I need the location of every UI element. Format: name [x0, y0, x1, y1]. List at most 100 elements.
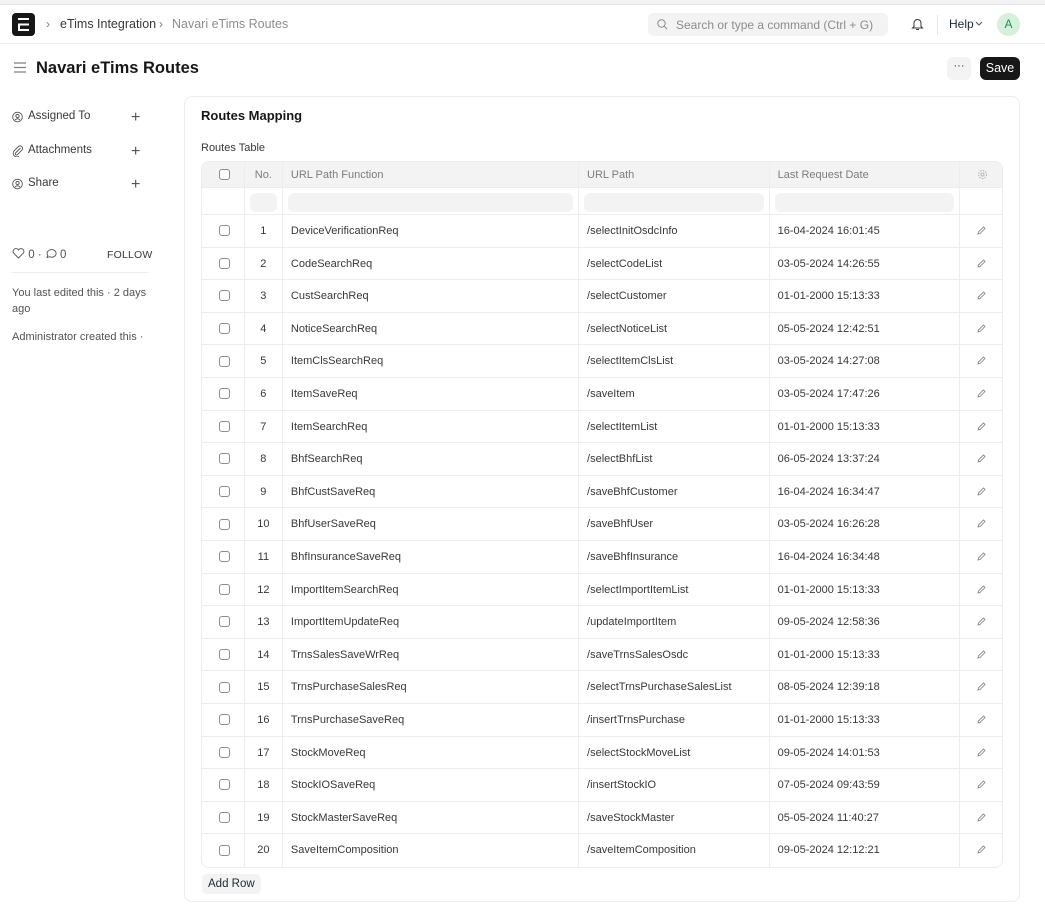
last-request-date-cell[interactable]: 05-05-2024 11:40:27 [770, 801, 961, 834]
table-row[interactable]: 20 SaveItemComposition /saveItemComposit… [202, 834, 1002, 867]
row-checkbox[interactable] [219, 779, 230, 791]
table-row[interactable]: 14 TrnsSalesSaveWrReq /saveTrnsSalesOsdc… [202, 638, 1002, 672]
last-request-date-cell[interactable]: 09-05-2024 12:58:36 [770, 606, 961, 638]
last-request-date-cell[interactable]: 01-01-2000 15:13:33 [770, 638, 961, 671]
row-checkbox[interactable] [219, 388, 230, 400]
follow-button[interactable]: FOLLOW [107, 249, 153, 261]
gear-icon[interactable] [977, 169, 988, 180]
table-row[interactable]: 1 DeviceVerificationReq /selectInitOsdcI… [202, 215, 1002, 248]
edit-pencil-icon[interactable] [977, 682, 986, 691]
table-row[interactable]: 2 CodeSearchReq /selectCodeList 03-05-20… [202, 247, 1002, 281]
breadcrumb-current-page[interactable]: Navari eTims Routes [172, 17, 288, 31]
edit-pencil-icon[interactable] [977, 584, 986, 594]
url-path-cell[interactable]: /updateImportItem [579, 606, 770, 638]
row-checkbox[interactable] [219, 714, 230, 726]
filter-input-no[interactable] [249, 193, 278, 212]
url-path-function-cell[interactable]: ItemClsSearchReq [283, 345, 580, 377]
last-request-date-cell[interactable]: 09-05-2024 14:01:53 [770, 736, 961, 769]
url-path-function-cell[interactable]: TrnsPurchaseSalesReq [283, 671, 580, 703]
row-checkbox[interactable] [219, 257, 230, 269]
last-request-date-cell[interactable]: 09-05-2024 12:12:21 [770, 834, 961, 867]
heart-icon[interactable] [12, 248, 25, 259]
url-path-cell[interactable]: /saveBhfUser [579, 508, 770, 540]
url-path-function-cell[interactable]: StockMoveReq [283, 736, 580, 769]
url-path-cell[interactable]: /selectItemList [579, 410, 770, 443]
url-path-function-cell[interactable]: ItemSearchReq [283, 410, 580, 443]
table-row[interactable]: 18 StockIOSaveReq /insertStockIO 07-05-2… [202, 769, 1002, 802]
url-path-function-cell[interactable]: SaveItemComposition [283, 834, 580, 867]
add-assignee-button[interactable]: + [131, 110, 140, 126]
edit-pencil-icon[interactable] [977, 715, 986, 724]
url-path-cell[interactable]: /saveItemComposition [579, 834, 770, 867]
add-attachment-button[interactable]: + [131, 144, 140, 160]
last-request-date-cell[interactable]: 06-05-2024 13:37:24 [770, 443, 961, 475]
comment-icon[interactable] [45, 248, 57, 259]
url-path-cell[interactable]: /insertStockIO [579, 769, 770, 801]
table-row[interactable]: 16 TrnsPurchaseSaveReq /insertTrnsPurcha… [202, 703, 1002, 737]
url-path-cell[interactable]: /saveItem [579, 377, 770, 410]
row-checkbox[interactable] [219, 811, 230, 823]
row-checkbox[interactable] [219, 746, 230, 758]
url-path-cell[interactable]: /selectNoticeList [579, 312, 770, 345]
table-row[interactable]: 11 BhfInsuranceSaveReq /saveBhfInsurance… [202, 540, 1002, 574]
edit-pencil-icon[interactable] [977, 552, 986, 561]
edit-pencil-icon[interactable] [977, 617, 986, 626]
row-checkbox[interactable] [219, 518, 230, 530]
edit-pencil-icon[interactable] [977, 780, 986, 789]
notification-bell-icon[interactable] [911, 17, 924, 31]
table-row[interactable]: 12 ImportItemSearchReq /selectImportItem… [202, 573, 1002, 607]
edit-pencil-icon[interactable] [977, 747, 986, 757]
table-row[interactable]: 5 ItemClsSearchReq /selectItemClsList 03… [202, 345, 1002, 378]
last-request-date-cell[interactable]: 08-05-2024 12:39:18 [770, 671, 961, 703]
save-button[interactable]: Save [980, 57, 1020, 80]
url-path-cell[interactable]: /saveTrnsSalesOsdc [579, 638, 770, 671]
table-row[interactable]: 9 BhfCustSaveReq /saveBhfCustomer 16-04-… [202, 475, 1002, 509]
url-path-cell[interactable]: /selectCodeList [579, 247, 770, 280]
table-row[interactable]: 13 ImportItemUpdateReq /updateImportItem… [202, 606, 1002, 639]
edit-pencil-icon[interactable] [977, 356, 986, 365]
url-path-function-cell[interactable]: StockMasterSaveReq [283, 801, 580, 834]
row-checkbox[interactable] [219, 681, 230, 693]
url-path-function-cell[interactable]: ImportItemUpdateReq [283, 606, 580, 638]
edit-pencil-icon[interactable] [977, 519, 986, 528]
last-request-date-cell[interactable]: 16-04-2024 16:34:47 [770, 475, 961, 508]
url-path-function-cell[interactable]: CustSearchReq [283, 280, 580, 312]
url-path-function-cell[interactable]: DeviceVerificationReq [283, 215, 580, 247]
last-request-date-cell[interactable]: 05-05-2024 12:42:51 [770, 312, 961, 345]
table-row[interactable]: 4 NoticeSearchReq /selectNoticeList 05-0… [202, 312, 1002, 346]
last-request-date-cell[interactable]: 03-05-2024 14:27:08 [770, 345, 961, 377]
table-row[interactable]: 10 BhfUserSaveReq /saveBhfUser 03-05-202… [202, 508, 1002, 541]
last-request-date-cell[interactable]: 01-01-2000 15:13:33 [770, 410, 961, 443]
url-path-cell[interactable]: /selectInitOsdcInfo [579, 215, 770, 247]
table-row[interactable]: 7 ItemSearchReq /selectItemList 01-01-20… [202, 410, 1002, 444]
breadcrumb-etims-integration[interactable]: eTims Integration [60, 17, 156, 31]
row-checkbox[interactable] [219, 355, 230, 367]
url-path-function-cell[interactable]: BhfSearchReq [283, 443, 580, 475]
select-all-checkbox[interactable] [219, 168, 230, 180]
last-request-date-cell[interactable]: 03-05-2024 14:26:55 [770, 247, 961, 280]
row-checkbox[interactable] [219, 290, 230, 302]
sidebar-toggle-icon[interactable] [14, 62, 26, 73]
table-row[interactable]: 17 StockMoveReq /selectStockMoveList 09-… [202, 736, 1002, 770]
row-checkbox[interactable] [219, 420, 230, 432]
table-row[interactable]: 15 TrnsPurchaseSalesReq /selectTrnsPurch… [202, 671, 1002, 704]
table-row[interactable]: 6 ItemSaveReq /saveItem 03-05-2024 17:47… [202, 377, 1002, 411]
url-path-function-cell[interactable]: CodeSearchReq [283, 247, 580, 280]
url-path-cell[interactable]: /selectCustomer [579, 280, 770, 312]
edit-pencil-icon[interactable] [977, 487, 986, 496]
last-request-date-cell[interactable]: 16-04-2024 16:34:48 [770, 540, 961, 573]
edit-pencil-icon[interactable] [977, 291, 986, 300]
row-checkbox[interactable] [219, 453, 230, 465]
url-path-function-cell[interactable]: TrnsPurchaseSaveReq [283, 703, 580, 736]
url-path-cell[interactable]: /selectBhfList [579, 443, 770, 475]
row-checkbox[interactable] [219, 649, 230, 661]
edit-pencil-icon[interactable] [977, 259, 986, 268]
last-request-date-cell[interactable]: 01-01-2000 15:13:33 [770, 573, 961, 606]
add-share-button[interactable]: + [131, 177, 140, 193]
edit-pencil-icon[interactable] [977, 324, 986, 333]
url-path-cell[interactable]: /saveBhfInsurance [579, 540, 770, 573]
edit-pencil-icon[interactable] [977, 389, 986, 398]
url-path-function-cell[interactable]: NoticeSearchReq [283, 312, 580, 345]
row-checkbox[interactable] [219, 583, 230, 595]
add-row-button[interactable]: Add Row [202, 874, 261, 894]
